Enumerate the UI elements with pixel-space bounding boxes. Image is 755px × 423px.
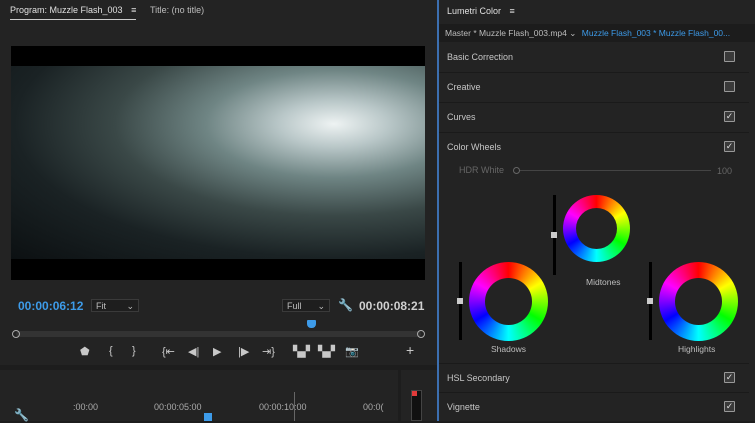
shadows-color-wheel[interactable] xyxy=(469,262,548,341)
midtones-label: Midtones xyxy=(586,277,621,287)
timeline-marker-line xyxy=(294,392,295,421)
section-label: Basic Correction xyxy=(447,52,514,62)
in-point-handle[interactable] xyxy=(12,330,20,338)
timeline-panel: 🔧 :00:00 00:00:05:00 00:00:10:00 00:0( xyxy=(0,370,398,422)
section-hsl-secondary[interactable]: HSL Secondary ✓ xyxy=(439,363,749,393)
ruler-label: 00:0( xyxy=(363,402,384,412)
section-label: HSL Secondary xyxy=(447,373,510,383)
mark-in-icon[interactable]: { xyxy=(109,345,113,357)
mark-out-icon[interactable]: } xyxy=(132,345,136,357)
video-preview[interactable] xyxy=(11,46,425,280)
section-curves[interactable]: Curves ✓ xyxy=(439,103,749,133)
zoom-value: Fit xyxy=(96,301,106,311)
clip-indicator xyxy=(412,391,417,396)
tab-program[interactable]: Program: Muzzle Flash_003 ≡ xyxy=(10,5,137,20)
quality-value: Full xyxy=(287,301,302,311)
hdr-slider-handle[interactable] xyxy=(513,167,520,174)
current-timecode[interactable]: 00:00:06:12 xyxy=(18,299,83,313)
overwrite-icon[interactable]: ▚▞ xyxy=(318,345,335,358)
ruler-label: 00:00:05:00 xyxy=(154,402,202,412)
scrubber-bar[interactable] xyxy=(16,331,421,337)
export-frame-icon[interactable]: 📷 xyxy=(345,345,359,358)
out-point-handle[interactable] xyxy=(417,330,425,338)
section-checkbox[interactable] xyxy=(724,81,735,92)
section-label: Creative xyxy=(447,82,481,92)
audio-meter xyxy=(411,390,422,421)
section-checkbox[interactable]: ✓ xyxy=(724,141,735,152)
section-creative[interactable]: Creative xyxy=(439,73,749,103)
shadows-label: Shadows xyxy=(491,344,526,354)
highlights-label: Highlights xyxy=(678,344,716,354)
section-label: Vignette xyxy=(447,402,480,412)
section-checkbox[interactable]: ✓ xyxy=(724,111,735,122)
highlights-color-wheel[interactable] xyxy=(659,262,738,341)
slider-handle[interactable] xyxy=(457,298,463,304)
ruler-label: 00:00:10:00 xyxy=(259,402,307,412)
slider-handle[interactable] xyxy=(647,298,653,304)
shadows-slider[interactable] xyxy=(457,262,463,340)
video-frame xyxy=(11,66,425,259)
hdr-white-value: 100 xyxy=(717,166,733,176)
section-color-wheels[interactable]: Color Wheels ✓ xyxy=(439,133,749,163)
midtones-slider[interactable] xyxy=(551,195,557,275)
section-label: Curves xyxy=(447,112,476,122)
hdr-white-label: HDR White xyxy=(459,165,505,175)
step-back-icon[interactable]: ◀| xyxy=(188,345,199,358)
section-vignette[interactable]: Vignette ✓ xyxy=(439,393,749,423)
panel-title-text: Lumetri Color xyxy=(447,6,502,16)
menu-icon[interactable]: ≡ xyxy=(510,6,515,16)
ruler-label: :00:00 xyxy=(73,402,99,412)
duration-timecode: 00:00:08:21 xyxy=(359,299,425,313)
panel-title: Lumetri Color ≡ xyxy=(447,6,515,16)
go-to-out-icon[interactable]: ⇥} xyxy=(262,345,275,358)
program-monitor: Program: Muzzle Flash_003 ≡ Title: (no t… xyxy=(0,0,437,365)
wrench-icon[interactable]: 🔧 xyxy=(338,298,353,312)
playhead[interactable] xyxy=(307,320,316,328)
section-checkbox[interactable]: ✓ xyxy=(724,401,735,412)
menu-icon[interactable]: ≡ xyxy=(131,5,136,15)
clip-selector: Master * Muzzle Flash_003.mp4 ⌄ Muzzle F… xyxy=(439,24,755,42)
highlights-slider[interactable] xyxy=(647,262,653,340)
marker-icon[interactable]: ⬟ xyxy=(80,345,90,358)
section-checkbox[interactable]: ✓ xyxy=(724,372,735,383)
play-icon[interactable]: ▶ xyxy=(213,345,221,358)
tab-label: Program: Muzzle Flash_003 xyxy=(10,5,123,15)
chevron-down-icon[interactable]: ⌄ xyxy=(569,28,576,38)
step-forward-icon[interactable]: |▶ xyxy=(238,345,249,358)
zoom-dropdown[interactable]: Fit ⌄ xyxy=(91,299,139,312)
audio-meter-panel xyxy=(401,370,437,421)
wrench-icon[interactable]: 🔧 xyxy=(14,408,29,422)
lumetri-color-panel: Lumetri Color ≡ Master * Muzzle Flash_00… xyxy=(437,0,755,423)
go-to-in-icon[interactable]: {⇤ xyxy=(162,345,175,358)
insert-icon[interactable]: ▚▞ xyxy=(293,345,310,358)
master-clip-dropdown[interactable]: Master * Muzzle Flash_003.mp4 xyxy=(445,28,567,38)
hdr-white-slider[interactable] xyxy=(517,170,711,171)
section-basic-correction[interactable]: Basic Correction xyxy=(439,43,749,73)
add-button-icon[interactable]: + xyxy=(406,342,414,358)
midtones-color-wheel[interactable] xyxy=(563,195,630,262)
slider-handle[interactable] xyxy=(551,232,557,238)
clip-tab[interactable]: Muzzle Flash_003 * Muzzle Flash_00... xyxy=(582,28,730,38)
tab-title[interactable]: Title: (no title) xyxy=(150,5,204,15)
quality-dropdown[interactable]: Full ⌄ xyxy=(282,299,330,312)
section-label: Color Wheels xyxy=(447,142,502,152)
timeline-playhead[interactable] xyxy=(204,413,212,421)
section-checkbox[interactable] xyxy=(724,51,735,62)
